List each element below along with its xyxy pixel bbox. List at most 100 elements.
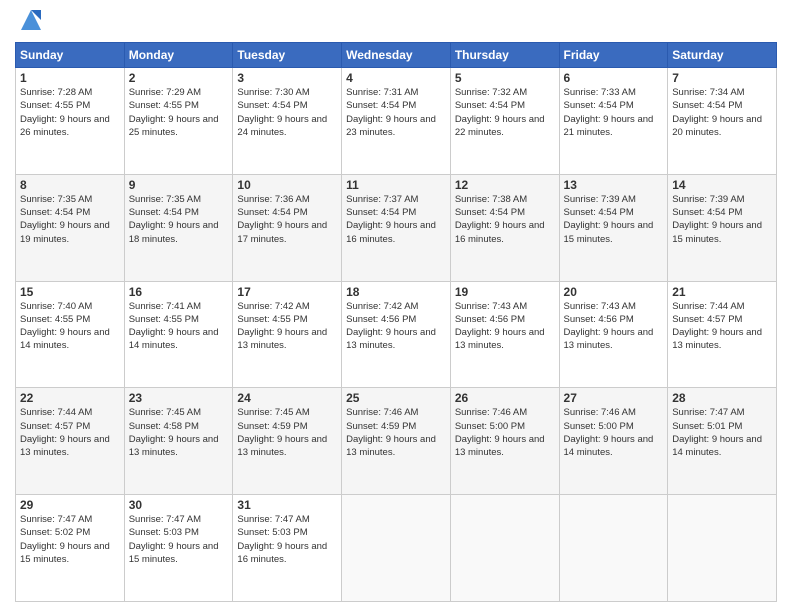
day-info: Sunrise: 7:35 AMSunset: 4:54 PMDaylight:… <box>129 193 229 246</box>
day-header: Tuesday <box>233 43 342 68</box>
calendar-cell: 11Sunrise: 7:37 AMSunset: 4:54 PMDayligh… <box>342 174 451 281</box>
day-number: 10 <box>237 178 337 192</box>
day-number: 17 <box>237 285 337 299</box>
day-info: Sunrise: 7:46 AMSunset: 5:00 PMDaylight:… <box>564 406 664 459</box>
day-number: 5 <box>455 71 555 85</box>
day-info: Sunrise: 7:47 AMSunset: 5:03 PMDaylight:… <box>237 513 337 566</box>
day-number: 22 <box>20 391 120 405</box>
day-info: Sunrise: 7:39 AMSunset: 4:54 PMDaylight:… <box>564 193 664 246</box>
calendar-cell: 5Sunrise: 7:32 AMSunset: 4:54 PMDaylight… <box>450 68 559 175</box>
calendar-cell: 26Sunrise: 7:46 AMSunset: 5:00 PMDayligh… <box>450 388 559 495</box>
calendar-cell: 22Sunrise: 7:44 AMSunset: 4:57 PMDayligh… <box>16 388 125 495</box>
day-info: Sunrise: 7:29 AMSunset: 4:55 PMDaylight:… <box>129 86 229 139</box>
day-number: 8 <box>20 178 120 192</box>
calendar-cell <box>559 495 668 602</box>
calendar-cell: 24Sunrise: 7:45 AMSunset: 4:59 PMDayligh… <box>233 388 342 495</box>
day-info: Sunrise: 7:32 AMSunset: 4:54 PMDaylight:… <box>455 86 555 139</box>
day-number: 4 <box>346 71 446 85</box>
calendar-cell: 1Sunrise: 7:28 AMSunset: 4:55 PMDaylight… <box>16 68 125 175</box>
day-number: 3 <box>237 71 337 85</box>
calendar-cell: 7Sunrise: 7:34 AMSunset: 4:54 PMDaylight… <box>668 68 777 175</box>
day-info: Sunrise: 7:45 AMSunset: 4:58 PMDaylight:… <box>129 406 229 459</box>
day-number: 15 <box>20 285 120 299</box>
day-info: Sunrise: 7:42 AMSunset: 4:55 PMDaylight:… <box>237 300 337 353</box>
day-info: Sunrise: 7:30 AMSunset: 4:54 PMDaylight:… <box>237 86 337 139</box>
calendar-cell: 20Sunrise: 7:43 AMSunset: 4:56 PMDayligh… <box>559 281 668 388</box>
header-row: SundayMondayTuesdayWednesdayThursdayFrid… <box>16 43 777 68</box>
day-number: 7 <box>672 71 772 85</box>
calendar-cell: 18Sunrise: 7:42 AMSunset: 4:56 PMDayligh… <box>342 281 451 388</box>
day-info: Sunrise: 7:43 AMSunset: 4:56 PMDaylight:… <box>455 300 555 353</box>
day-header: Thursday <box>450 43 559 68</box>
day-info: Sunrise: 7:43 AMSunset: 4:56 PMDaylight:… <box>564 300 664 353</box>
day-number: 24 <box>237 391 337 405</box>
day-info: Sunrise: 7:34 AMSunset: 4:54 PMDaylight:… <box>672 86 772 139</box>
header <box>15 10 777 34</box>
day-info: Sunrise: 7:47 AMSunset: 5:02 PMDaylight:… <box>20 513 120 566</box>
day-number: 30 <box>129 498 229 512</box>
day-header: Saturday <box>668 43 777 68</box>
day-number: 23 <box>129 391 229 405</box>
calendar-cell: 12Sunrise: 7:38 AMSunset: 4:54 PMDayligh… <box>450 174 559 281</box>
day-number: 21 <box>672 285 772 299</box>
calendar-cell: 19Sunrise: 7:43 AMSunset: 4:56 PMDayligh… <box>450 281 559 388</box>
day-info: Sunrise: 7:38 AMSunset: 4:54 PMDaylight:… <box>455 193 555 246</box>
day-header: Monday <box>124 43 233 68</box>
calendar-cell: 15Sunrise: 7:40 AMSunset: 4:55 PMDayligh… <box>16 281 125 388</box>
day-info: Sunrise: 7:44 AMSunset: 4:57 PMDaylight:… <box>20 406 120 459</box>
day-number: 26 <box>455 391 555 405</box>
week-row: 1Sunrise: 7:28 AMSunset: 4:55 PMDaylight… <box>16 68 777 175</box>
day-number: 9 <box>129 178 229 192</box>
calendar-cell: 13Sunrise: 7:39 AMSunset: 4:54 PMDayligh… <box>559 174 668 281</box>
day-info: Sunrise: 7:28 AMSunset: 4:55 PMDaylight:… <box>20 86 120 139</box>
day-info: Sunrise: 7:36 AMSunset: 4:54 PMDaylight:… <box>237 193 337 246</box>
day-header: Wednesday <box>342 43 451 68</box>
calendar-cell: 6Sunrise: 7:33 AMSunset: 4:54 PMDaylight… <box>559 68 668 175</box>
calendar-cell: 25Sunrise: 7:46 AMSunset: 4:59 PMDayligh… <box>342 388 451 495</box>
day-number: 18 <box>346 285 446 299</box>
day-number: 27 <box>564 391 664 405</box>
day-info: Sunrise: 7:47 AMSunset: 5:01 PMDaylight:… <box>672 406 772 459</box>
day-info: Sunrise: 7:35 AMSunset: 4:54 PMDaylight:… <box>20 193 120 246</box>
day-number: 6 <box>564 71 664 85</box>
day-number: 2 <box>129 71 229 85</box>
day-number: 11 <box>346 178 446 192</box>
day-info: Sunrise: 7:31 AMSunset: 4:54 PMDaylight:… <box>346 86 446 139</box>
day-header: Sunday <box>16 43 125 68</box>
calendar-cell: 28Sunrise: 7:47 AMSunset: 5:01 PMDayligh… <box>668 388 777 495</box>
calendar-table: SundayMondayTuesdayWednesdayThursdayFrid… <box>15 42 777 602</box>
calendar-cell: 21Sunrise: 7:44 AMSunset: 4:57 PMDayligh… <box>668 281 777 388</box>
calendar-cell: 31Sunrise: 7:47 AMSunset: 5:03 PMDayligh… <box>233 495 342 602</box>
day-info: Sunrise: 7:46 AMSunset: 4:59 PMDaylight:… <box>346 406 446 459</box>
calendar-cell: 3Sunrise: 7:30 AMSunset: 4:54 PMDaylight… <box>233 68 342 175</box>
calendar-cell: 2Sunrise: 7:29 AMSunset: 4:55 PMDaylight… <box>124 68 233 175</box>
day-number: 14 <box>672 178 772 192</box>
calendar-cell: 23Sunrise: 7:45 AMSunset: 4:58 PMDayligh… <box>124 388 233 495</box>
calendar-cell: 17Sunrise: 7:42 AMSunset: 4:55 PMDayligh… <box>233 281 342 388</box>
calendar-cell: 27Sunrise: 7:46 AMSunset: 5:00 PMDayligh… <box>559 388 668 495</box>
day-number: 31 <box>237 498 337 512</box>
calendar-cell <box>450 495 559 602</box>
day-number: 20 <box>564 285 664 299</box>
calendar-cell: 8Sunrise: 7:35 AMSunset: 4:54 PMDaylight… <box>16 174 125 281</box>
day-info: Sunrise: 7:46 AMSunset: 5:00 PMDaylight:… <box>455 406 555 459</box>
logo <box>15 10 45 34</box>
day-number: 19 <box>455 285 555 299</box>
week-row: 8Sunrise: 7:35 AMSunset: 4:54 PMDaylight… <box>16 174 777 281</box>
calendar-cell: 30Sunrise: 7:47 AMSunset: 5:03 PMDayligh… <box>124 495 233 602</box>
day-info: Sunrise: 7:33 AMSunset: 4:54 PMDaylight:… <box>564 86 664 139</box>
day-info: Sunrise: 7:39 AMSunset: 4:54 PMDaylight:… <box>672 193 772 246</box>
day-info: Sunrise: 7:45 AMSunset: 4:59 PMDaylight:… <box>237 406 337 459</box>
day-info: Sunrise: 7:44 AMSunset: 4:57 PMDaylight:… <box>672 300 772 353</box>
logo-icon <box>17 6 45 34</box>
week-row: 29Sunrise: 7:47 AMSunset: 5:02 PMDayligh… <box>16 495 777 602</box>
calendar-cell <box>668 495 777 602</box>
day-number: 13 <box>564 178 664 192</box>
day-number: 29 <box>20 498 120 512</box>
day-info: Sunrise: 7:41 AMSunset: 4:55 PMDaylight:… <box>129 300 229 353</box>
day-info: Sunrise: 7:47 AMSunset: 5:03 PMDaylight:… <box>129 513 229 566</box>
day-number: 12 <box>455 178 555 192</box>
day-number: 1 <box>20 71 120 85</box>
calendar-cell: 10Sunrise: 7:36 AMSunset: 4:54 PMDayligh… <box>233 174 342 281</box>
week-row: 15Sunrise: 7:40 AMSunset: 4:55 PMDayligh… <box>16 281 777 388</box>
